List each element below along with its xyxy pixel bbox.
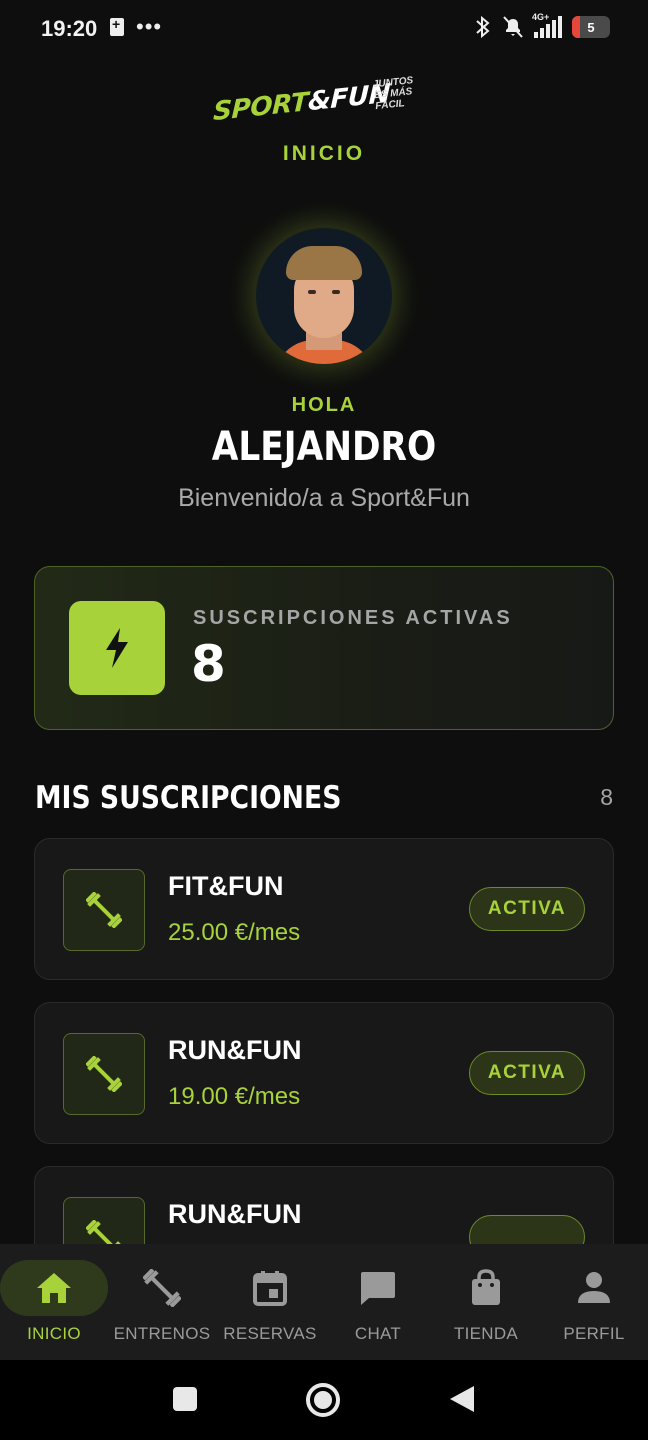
shopping-bag-icon	[466, 1269, 506, 1306]
section-title: MIS SUSCRIPCIONES	[35, 780, 342, 816]
status-badge: ACTIVA	[469, 1051, 585, 1095]
welcome-message: Bienvenido/a a Sport&Fun	[178, 484, 470, 512]
status-bar: 19:20 ••• 4G+ 5	[0, 0, 648, 60]
network-type: 4G+	[532, 12, 550, 22]
avatar[interactable]	[256, 228, 392, 364]
subscription-price: 25.00 €/mes	[168, 919, 301, 946]
active-subscriptions-card[interactable]: SUSCRIPCIONES ACTIVAS 8	[34, 566, 614, 730]
active-subscriptions-count: 8	[191, 635, 226, 693]
nav-label: RESERVAS	[223, 1324, 317, 1343]
bolt-icon	[69, 601, 165, 695]
page-title: INICIO	[282, 142, 366, 165]
battery-level: 5	[587, 19, 595, 35]
nav-item-tienda[interactable]: TIENDA	[432, 1244, 540, 1360]
dumbbell-icon	[63, 869, 145, 951]
nav-item-chat[interactable]: CHAT	[324, 1244, 432, 1360]
subscription-name: FIT&FUN	[168, 871, 284, 901]
nav-label: PERFIL	[563, 1324, 625, 1343]
dumbbell-icon	[63, 1033, 145, 1115]
calendar-icon	[250, 1270, 290, 1306]
nav-label: TIENDA	[453, 1324, 519, 1343]
nav-item-reservas[interactable]: RESERVAS	[216, 1244, 324, 1360]
nav-item-inicio[interactable]: INICIO	[0, 1244, 108, 1360]
active-subscriptions-label: SUSCRIPCIONES ACTIVAS	[193, 607, 513, 629]
subscription-name: RUN&FUN	[168, 1199, 302, 1229]
subscription-name: RUN&FUN	[168, 1035, 302, 1065]
dumbbell-icon	[142, 1269, 182, 1307]
status-right: 4G+ 5	[474, 12, 610, 39]
battery-saver-icon	[110, 16, 124, 36]
back-button[interactable]	[448, 1384, 476, 1419]
system-nav-bar	[0, 1360, 648, 1440]
app-logo: SPORT&FUN JUNTOS ES MÁS FÁCIL	[212, 73, 437, 132]
bottom-nav: INICIO ENTRENOS RESERVAS CHAT TIENDA PER…	[0, 1244, 648, 1360]
nav-label: CHAT	[354, 1324, 402, 1343]
bluetooth-icon	[476, 15, 490, 39]
user-name: ALEJANDRO	[211, 424, 437, 470]
subscription-price: 19.00 €/mes	[168, 1083, 301, 1110]
person-icon	[574, 1270, 614, 1306]
home-icon	[34, 1270, 74, 1306]
status-badge: ACTIVA	[469, 887, 585, 931]
home-button[interactable]	[305, 1382, 341, 1423]
muted-bell-icon	[503, 16, 523, 38]
logo-tagline: JUNTOS ES MÁS FÁCIL	[372, 73, 437, 112]
status-time: 19:20	[41, 16, 98, 41]
chat-icon	[358, 1270, 398, 1306]
nav-label: ENTRENOS	[113, 1324, 211, 1343]
nav-item-entrenos[interactable]: ENTRENOS	[108, 1244, 216, 1360]
battery-icon: 5	[572, 16, 610, 38]
greeting-hello: HOLA	[291, 394, 357, 416]
nav-item-perfil[interactable]: PERFIL	[540, 1244, 648, 1360]
status-left-icons: •••	[110, 14, 163, 39]
nav-label: INICIO	[27, 1324, 81, 1343]
more-notifications-icon: •••	[136, 14, 163, 39]
subscription-card[interactable]: RUN&FUN 19.00 €/mes ACTIVA	[34, 1002, 614, 1144]
recents-button[interactable]	[172, 1386, 198, 1417]
subscription-card[interactable]: FIT&FUN 25.00 €/mes ACTIVA	[34, 838, 614, 980]
section-count: 8	[600, 784, 613, 810]
logo-brand: SPORT&FUN	[212, 78, 391, 128]
cell-signal-icon: 4G+	[532, 12, 562, 38]
